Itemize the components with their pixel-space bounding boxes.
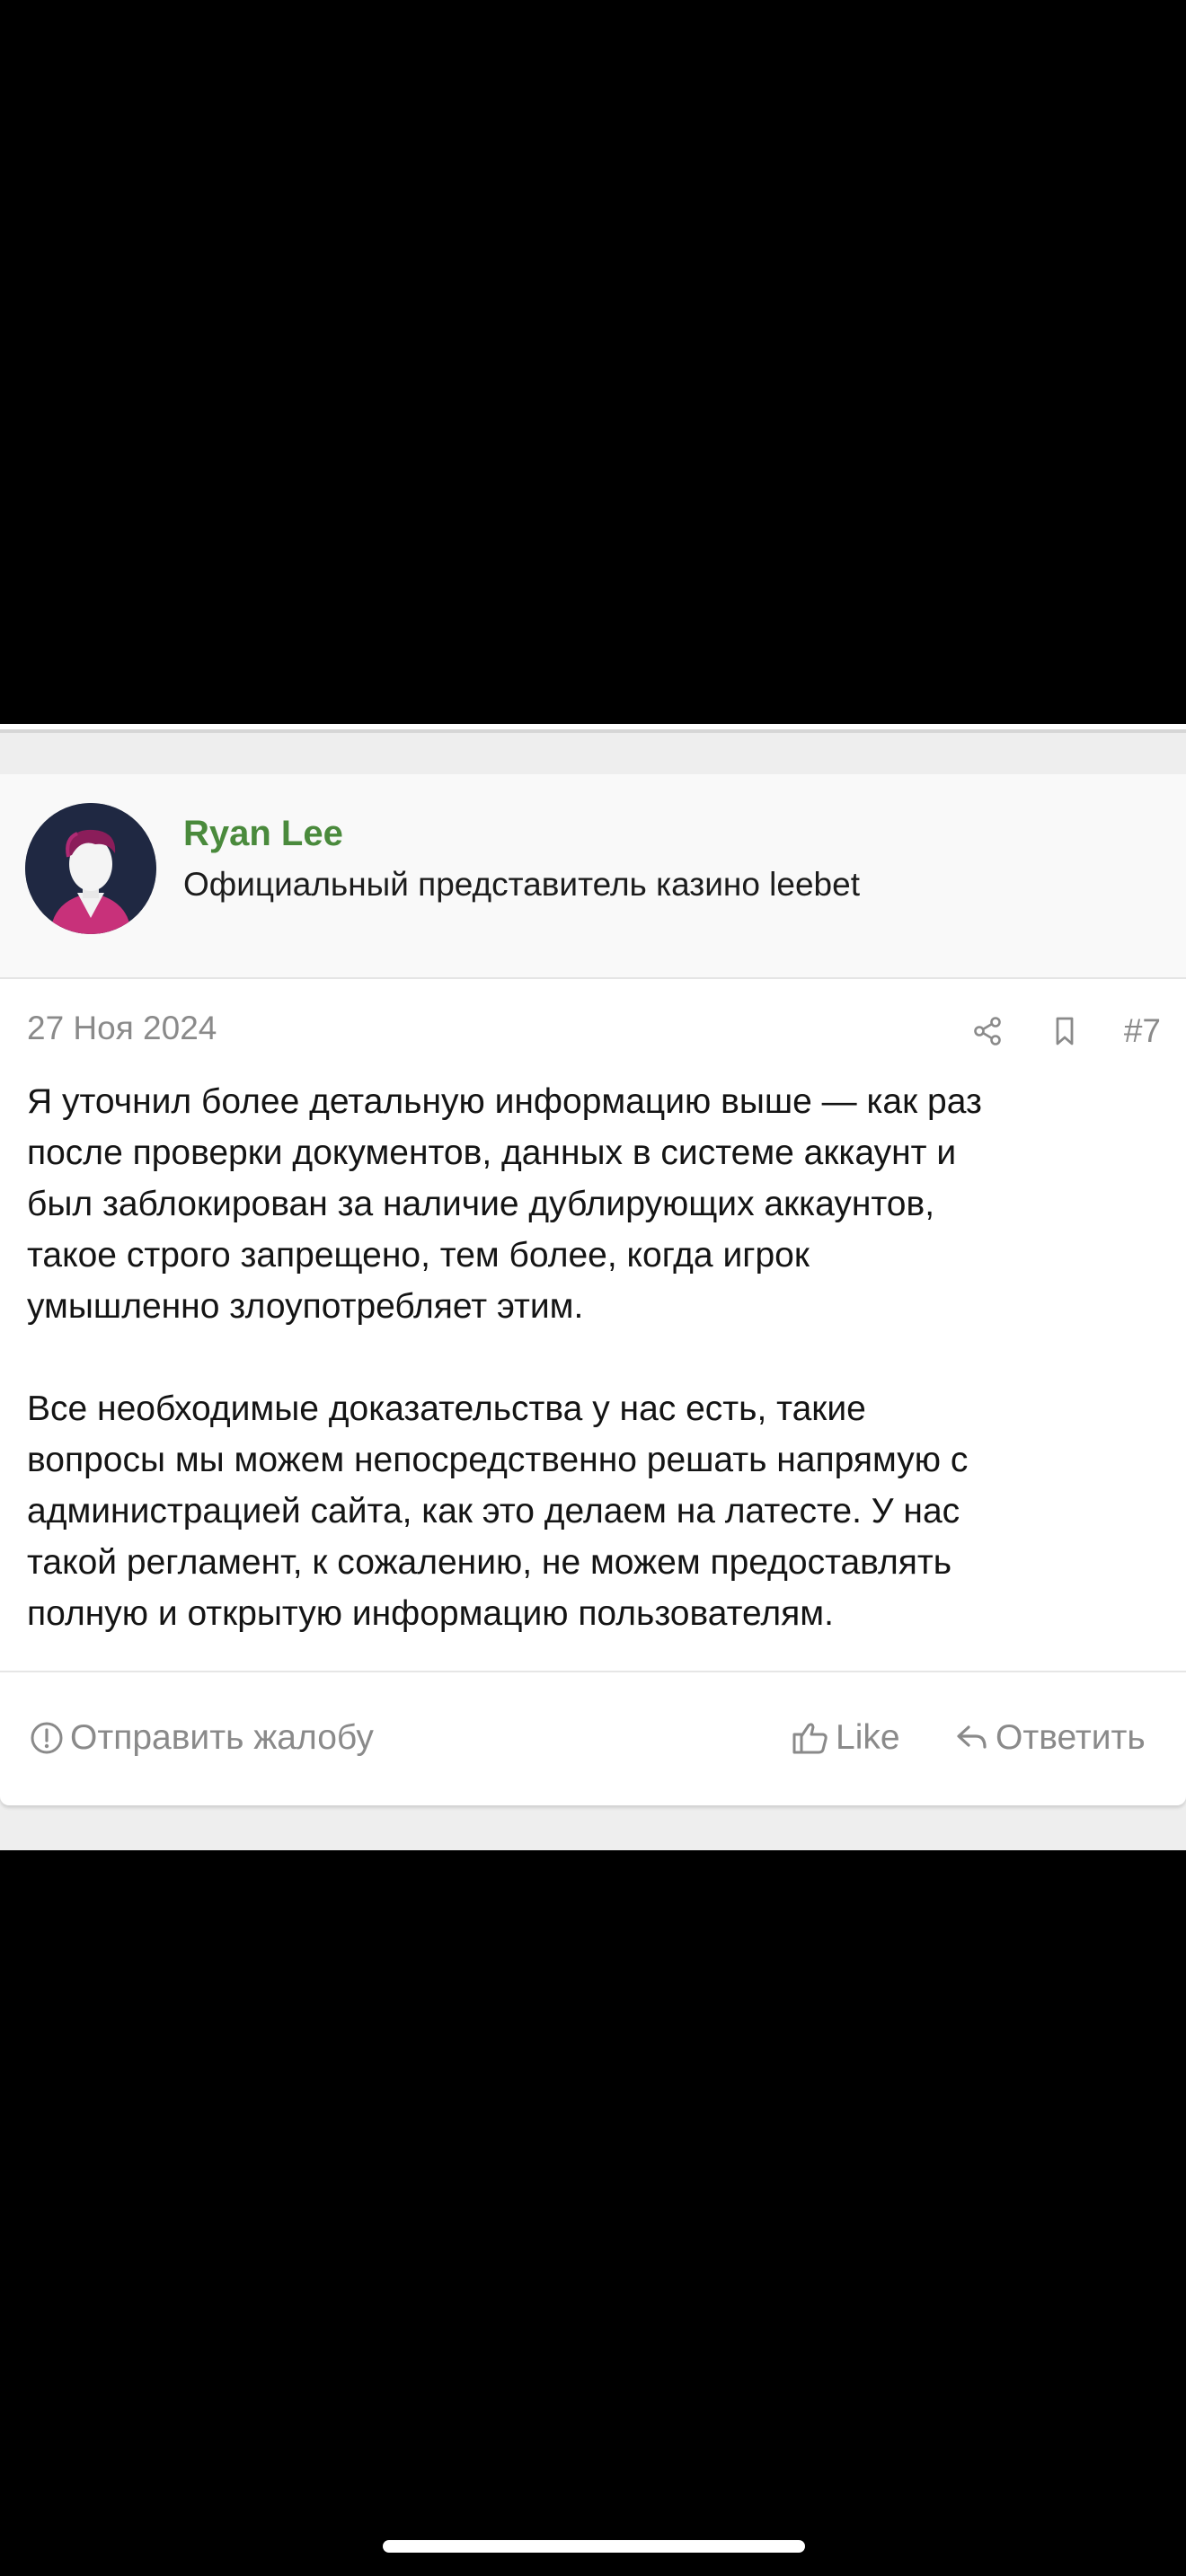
like-label: Like bbox=[836, 1718, 900, 1757]
post-line: такое строго запрещено, тем более, когда… bbox=[27, 1236, 810, 1275]
post-line: такой регламент, к сожалению, не можем п… bbox=[27, 1543, 952, 1582]
video-letterbox-top bbox=[0, 0, 1186, 724]
post-line: полную и открытую информацию пользовател… bbox=[27, 1594, 834, 1633]
previous-post-edge bbox=[0, 724, 1186, 733]
post-line: был заблокирован за наличие дублирующих … bbox=[27, 1185, 935, 1223]
bookmark-icon[interactable] bbox=[1047, 1013, 1083, 1049]
like-button[interactable]: Like bbox=[791, 1716, 900, 1760]
share-icon[interactable] bbox=[969, 1013, 1005, 1049]
avatar-image bbox=[25, 803, 156, 934]
post-line: после проверки документов, данных в сист… bbox=[27, 1134, 957, 1172]
author-title: Официальный представитель казино leebet bbox=[183, 866, 860, 903]
author-block: Ryan Lee Официальный представитель казин… bbox=[0, 774, 1186, 979]
post-tools: #7 bbox=[969, 1010, 1161, 1053]
report-button[interactable]: Отправить жалобу bbox=[29, 1716, 374, 1760]
author-name[interactable]: Ryan Lee bbox=[183, 814, 343, 854]
post-line: вопросы мы можем непосредственно решать … bbox=[27, 1441, 969, 1479]
post-line: Все необходимые доказательства у нас ест… bbox=[27, 1389, 866, 1428]
post-footer: Отправить жалобу Like Ответить bbox=[0, 1672, 1186, 1805]
report-label: Отправить жалобу bbox=[70, 1718, 374, 1757]
avatar[interactable] bbox=[25, 803, 156, 934]
thread-content: Ryan Lee Официальный представитель казин… bbox=[0, 733, 1186, 1850]
reply-label: Ответить bbox=[996, 1718, 1146, 1757]
post-card: Ryan Lee Официальный представитель казин… bbox=[0, 774, 1186, 1805]
post-date[interactable]: 27 Ноя 2024 bbox=[27, 1010, 217, 1047]
post-line: умышленно злоупотребляет этим. bbox=[27, 1287, 584, 1326]
reply-arrow-icon bbox=[957, 1725, 987, 1749]
post-number[interactable]: #7 bbox=[1124, 1012, 1161, 1050]
post-line: администрацией сайта, как это делаем на … bbox=[27, 1492, 960, 1531]
thumbs-up-icon bbox=[792, 1723, 828, 1754]
screen: Ryan Lee Официальный представитель казин… bbox=[0, 0, 1186, 2576]
home-indicator[interactable] bbox=[383, 2540, 805, 2553]
post-line: Я уточнил более детальную информацию выш… bbox=[27, 1082, 982, 1121]
reply-button[interactable]: Ответить bbox=[954, 1716, 1146, 1760]
post-body: Я уточнил более детальную информацию выш… bbox=[27, 1076, 1168, 1639]
exclamation-circle-icon bbox=[31, 1722, 63, 1754]
